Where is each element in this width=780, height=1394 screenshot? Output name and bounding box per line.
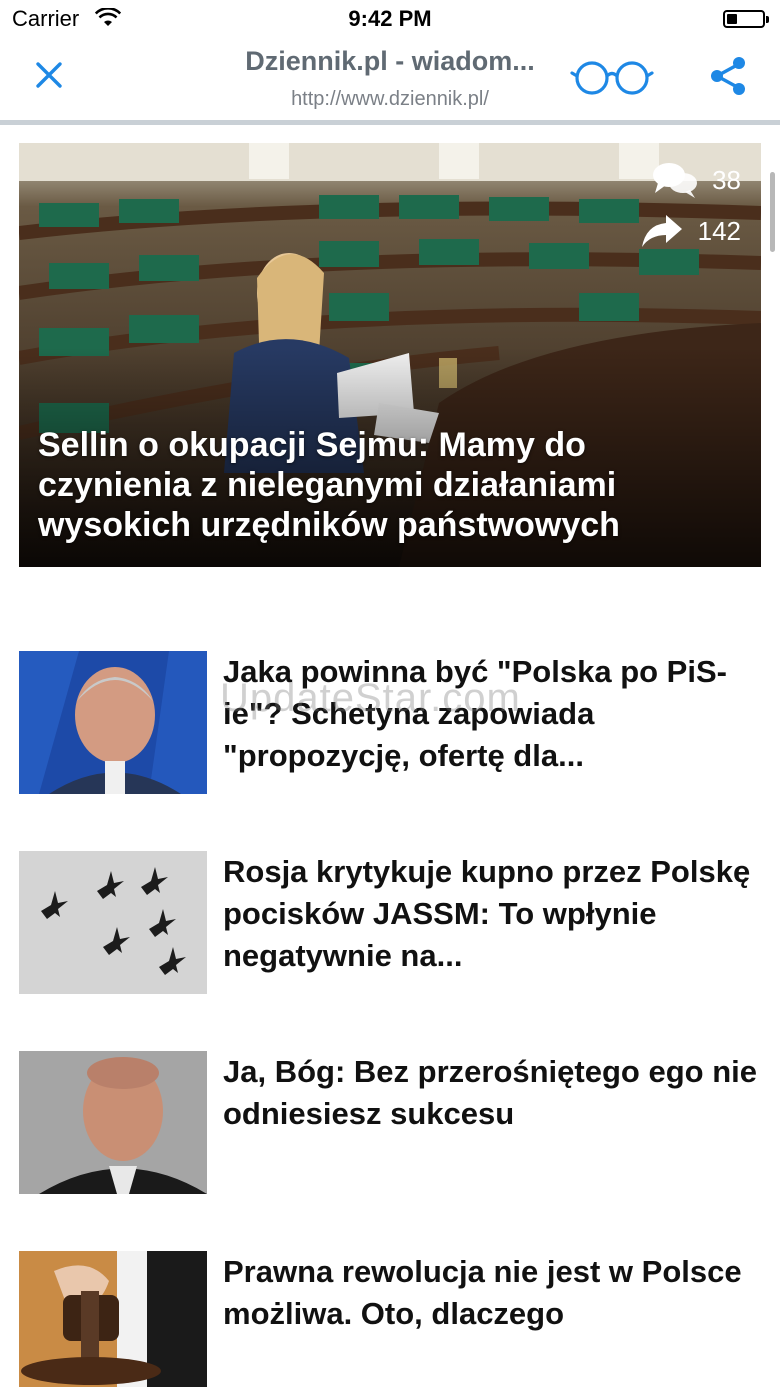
article-headline: Ja, Bóg: Bez przerośniętego ego nie odni… (223, 1054, 757, 1131)
nav-divider (0, 120, 780, 125)
glasses-icon[interactable] (570, 58, 654, 98)
article-headline: Rosja krytykuje kupno przez Polskę pocis… (223, 854, 751, 973)
clock: 9:42 PM (348, 6, 432, 31)
status-bar: Carrier 9:42 PM (0, 0, 780, 40)
shares-stat: 142 (640, 213, 741, 249)
article-thumbnail (19, 851, 207, 994)
hero-article[interactable]: 38 142 Sellin o okupacji Sejmu: Mamy do … (19, 143, 761, 567)
browser-nav-bar: Dziennik.pl - wiadom... http://www.dzien… (0, 40, 780, 120)
article-item[interactable]: Prawna rewolucja nie jest w Polsce możli… (19, 1251, 761, 1394)
article-headline: Prawna rewolucja nie jest w Polsce możli… (223, 1254, 742, 1331)
comments-stat: 38 (652, 161, 741, 199)
share-icon[interactable] (706, 54, 750, 98)
scrollbar[interactable] (770, 172, 775, 252)
watermark: UpdateStar.com (220, 676, 521, 720)
article-thumbnail (19, 1251, 207, 1394)
comments-count: 38 (712, 164, 741, 195)
article-item[interactable]: Rosja krytykuje kupno przez Polskę pocis… (19, 851, 761, 994)
hero-headline: Sellin o okupacji Sejmu: Mamy do czynien… (38, 426, 620, 544)
article-item[interactable]: Jaka powinna być "Polska po PiS-ie"? Sch… (19, 651, 761, 794)
share-arrow-icon (641, 215, 682, 247)
article-thumbnail (19, 1051, 207, 1194)
battery-icon (723, 10, 769, 28)
close-icon[interactable] (30, 56, 70, 96)
page-url: http://www.dziennik.pl/ (291, 88, 489, 110)
page-title: Dziennik.pl - wiadom... (245, 46, 535, 76)
article-item[interactable]: Ja, Bóg: Bez przerośniętego ego nie odni… (19, 1051, 761, 1194)
article-thumbnail (19, 651, 207, 794)
shares-count: 142 (697, 215, 741, 246)
comments-icon (653, 163, 698, 198)
